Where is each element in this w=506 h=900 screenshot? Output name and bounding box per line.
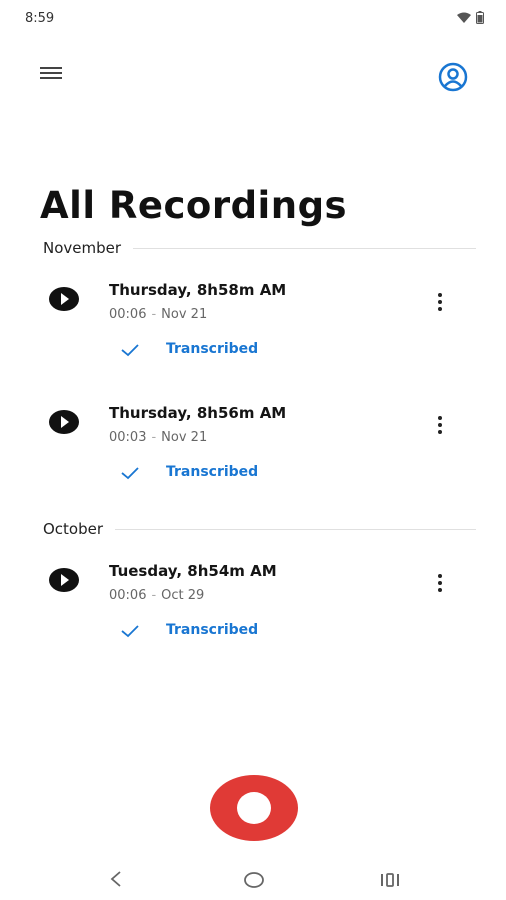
more-options-button[interactable] <box>428 290 452 314</box>
recording-item[interactable]: Thursday, 8h58m AM 00:06- Nov 21 Transcri… <box>0 270 506 370</box>
transcribed-link[interactable]: Transcribed <box>166 341 258 357</box>
play-button[interactable] <box>47 409 81 435</box>
more-vertical-icon <box>438 416 442 420</box>
recording-date: Nov 21 <box>161 307 208 322</box>
section-label: November <box>43 239 122 257</box>
recording-title: Thursday, 8h56m AM <box>109 404 287 422</box>
play-icon <box>49 410 79 434</box>
section-label: October <box>43 520 104 538</box>
recording-meta: 00:03- Nov 21 <box>109 430 208 445</box>
home-icon[interactable] <box>242 870 266 890</box>
account-circle-icon <box>438 62 468 92</box>
recording-title: Tuesday, 8h54m AM <box>109 562 277 580</box>
page-title: All Recordings <box>40 184 348 227</box>
play-button[interactable] <box>47 567 81 593</box>
battery-icon <box>476 11 484 24</box>
section-divider <box>133 247 476 249</box>
transcribed-link[interactable]: Transcribed <box>166 464 258 480</box>
section-header-october: October <box>43 519 476 539</box>
hamburger-icon <box>40 67 62 69</box>
section-divider <box>115 528 476 530</box>
system-nav-bar <box>0 858 506 900</box>
back-icon[interactable] <box>106 868 126 890</box>
play-icon <box>49 568 79 592</box>
more-options-button[interactable] <box>428 571 452 595</box>
recording-meta: 00:06- Nov 21 <box>109 307 208 322</box>
more-options-button[interactable] <box>428 413 452 437</box>
section-header-november: November <box>43 238 476 258</box>
more-vertical-icon <box>438 293 442 297</box>
account-button[interactable] <box>436 60 470 94</box>
recording-item[interactable]: Thursday, 8h56m AM 00:03- Nov 21 Transcri… <box>0 393 506 493</box>
check-icon <box>121 467 139 480</box>
record-button[interactable] <box>210 775 298 841</box>
more-vertical-icon <box>438 574 442 578</box>
recording-duration: 00:03 <box>109 430 147 445</box>
play-button[interactable] <box>47 286 81 312</box>
recording-duration: 00:06 <box>109 307 147 322</box>
record-icon <box>237 792 271 824</box>
recents-icon[interactable] <box>378 870 402 890</box>
status-time: 8:59 <box>25 11 55 26</box>
recording-date: Nov 21 <box>161 430 208 445</box>
status-icons <box>457 11 484 24</box>
recording-title: Thursday, 8h58m AM <box>109 281 287 299</box>
menu-button[interactable] <box>36 62 66 86</box>
check-icon <box>121 625 139 638</box>
wifi-icon <box>457 12 471 23</box>
status-bar: 8:59 <box>0 0 506 36</box>
check-icon <box>121 344 139 357</box>
transcribed-link[interactable]: Transcribed <box>166 622 258 638</box>
recording-duration: 00:06 <box>109 588 147 603</box>
recording-meta: 00:06- Oct 29 <box>109 588 205 603</box>
play-icon <box>49 287 79 311</box>
recording-item[interactable]: Tuesday, 8h54m AM 00:06- Oct 29 Transcrib… <box>0 551 506 651</box>
recording-date: Oct 29 <box>161 588 205 603</box>
